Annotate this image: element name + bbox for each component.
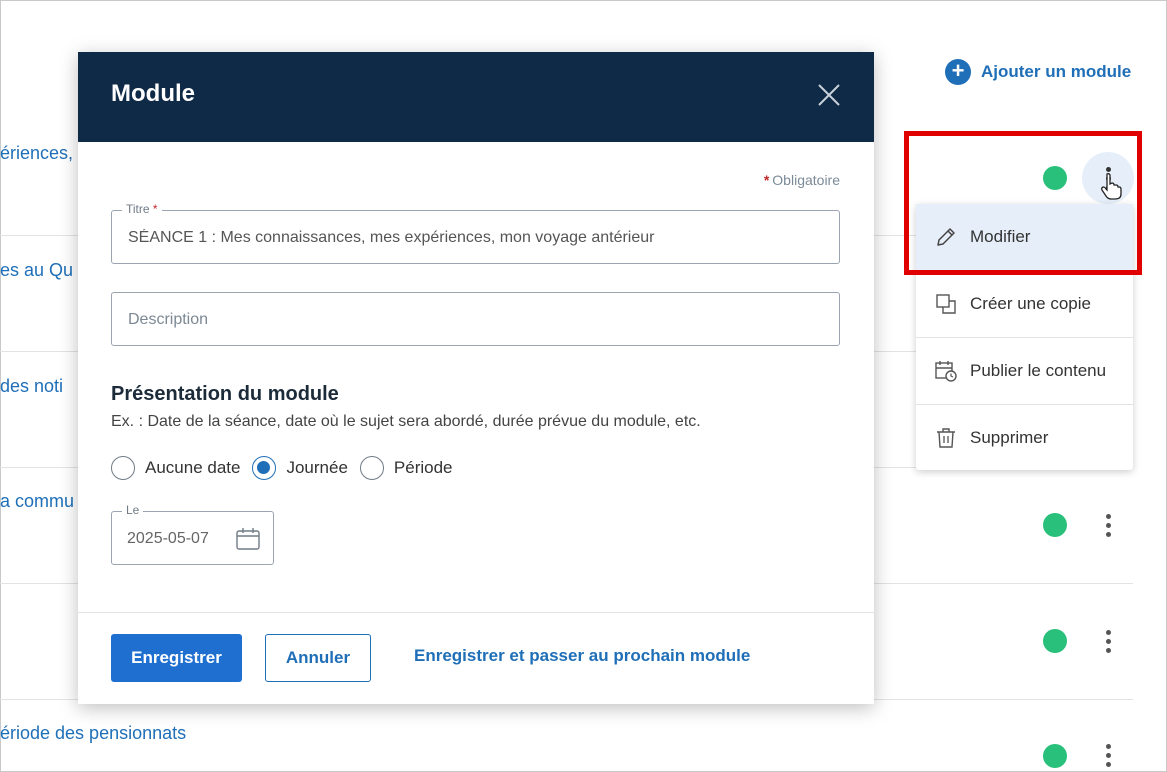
- plus-circle-icon: +: [945, 59, 971, 85]
- menu-item-label: Supprimer: [970, 428, 1049, 447]
- kebab-dot: [1105, 743, 1111, 749]
- radio-label: Période: [393, 458, 453, 477]
- cancel-button[interactable]: Annuler: [265, 634, 371, 682]
- required-note: * Obligatoire: [78, 172, 840, 188]
- kebab-dot: [1105, 638, 1111, 644]
- annotation-highlight-box: [904, 131, 1142, 275]
- status-published-dot: [1043, 744, 1067, 768]
- required-note-text: Obligatoire: [772, 172, 840, 188]
- module-row-title[interactable]: a commu: [0, 491, 74, 512]
- menu-item-supprimer[interactable]: Supprimer: [916, 405, 1133, 471]
- kebab-dot: [1105, 522, 1111, 528]
- row-actions-kebab-button[interactable]: [1096, 626, 1120, 656]
- date-type-radio-group: Aucune date Journée Période: [111, 456, 465, 480]
- menu-item-creer-copie[interactable]: Créer une copie: [916, 271, 1133, 337]
- radio-journee[interactable]: Journée: [252, 456, 348, 480]
- kebab-dot: [1105, 752, 1111, 758]
- dialog-title: Module: [111, 80, 195, 107]
- module-row-title[interactable]: ériode des pensionnats: [0, 723, 186, 744]
- save-button[interactable]: Enregistrer: [111, 634, 242, 682]
- add-module-label: Ajouter un module: [981, 62, 1132, 81]
- radio-circle[interactable]: [359, 456, 384, 480]
- status-published-dot: [1043, 629, 1067, 653]
- menu-item-label: Publier le contenu: [970, 361, 1107, 380]
- copy-icon: [936, 294, 956, 314]
- module-row-title[interactable]: es au Qu: [0, 260, 73, 281]
- radio-circle[interactable]: [111, 456, 135, 480]
- add-module-button[interactable]: + Ajouter un module: [945, 59, 1131, 85]
- kebab-dot: [1105, 531, 1111, 537]
- date-field[interactable]: Le: [111, 503, 274, 566]
- dialog-header: Module: [78, 52, 874, 142]
- save-and-next-link[interactable]: Enregistrer et passer au prochain module: [414, 646, 750, 666]
- kebab-dot: [1105, 761, 1111, 767]
- presentation-title: Présentation du module: [111, 383, 339, 405]
- title-field[interactable]: Titre *: [111, 202, 840, 265]
- menu-item-label: Créer une copie: [970, 294, 1091, 313]
- radio-aucune-date[interactable]: Aucune date: [111, 456, 240, 480]
- kebab-dot: [1105, 647, 1111, 653]
- radio-circle[interactable]: [252, 456, 277, 480]
- radio-label: Aucune date: [145, 458, 241, 477]
- required-asterisk: *: [763, 172, 770, 188]
- footer-divider: [78, 612, 874, 613]
- trash-icon: [937, 428, 955, 448]
- description-input[interactable]: [126, 293, 820, 347]
- module-row-title[interactable]: ériences,: [0, 143, 73, 164]
- date-input[interactable]: [125, 512, 234, 566]
- close-icon[interactable]: [814, 80, 844, 110]
- kebab-dot: [1105, 513, 1111, 519]
- row-actions-kebab-button[interactable]: [1096, 510, 1120, 540]
- presentation-help: Ex. : Date de la séance, date où le suje…: [111, 413, 701, 430]
- row-actions-kebab-button[interactable]: [1096, 740, 1120, 770]
- kebab-dot: [1105, 629, 1111, 635]
- status-published-dot: [1043, 513, 1067, 537]
- menu-item-publier-contenu[interactable]: Publier le contenu: [916, 338, 1133, 404]
- title-input[interactable]: [126, 211, 820, 265]
- description-field[interactable]: [111, 292, 840, 347]
- schedule-icon: [935, 361, 957, 382]
- radio-label: Journée: [286, 458, 348, 477]
- module-row-title[interactable]: des noti: [0, 376, 63, 397]
- radio-periode[interactable]: Période: [359, 456, 453, 480]
- module-dialog: Module *Obligatoire Titre * Présentation…: [78, 52, 874, 704]
- calendar-icon[interactable]: [235, 526, 261, 552]
